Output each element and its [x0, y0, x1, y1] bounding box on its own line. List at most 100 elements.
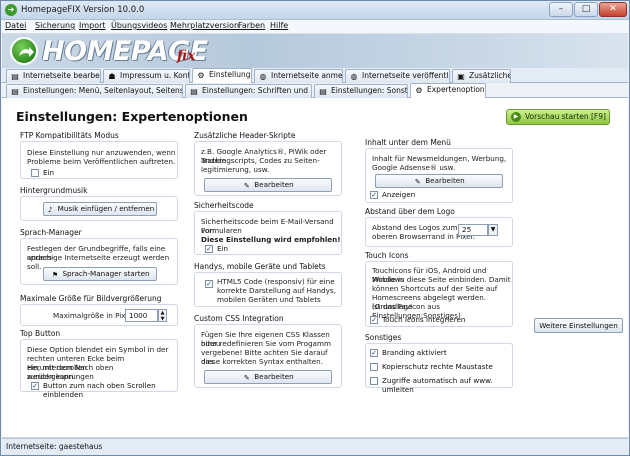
tab-expertenoptionen[interactable]: ⚙Expertenoptionen — [410, 83, 486, 98]
edit-icon: ✎ — [243, 374, 250, 382]
menu-hilfe[interactable]: Hilfe — [270, 21, 288, 30]
edit-icon: ✎ — [243, 182, 250, 190]
menu-content-group: Inhalt unter dem Menü Inhalt für Newsmel… — [365, 138, 513, 203]
music-title: Hintergrundmusik — [20, 186, 91, 195]
maximize-button[interactable]: □ — [574, 2, 598, 17]
copy-protection-checkbox-label: Kopierschutz rechte Maustaste — [382, 362, 493, 371]
play-icon: ▶ — [511, 112, 521, 122]
menu-content-checkbox[interactable]: ✓ — [370, 191, 378, 199]
www-redirect-checkbox[interactable] — [370, 377, 378, 385]
menu-sicherung[interactable]: Sicherung — [35, 21, 75, 30]
menu-content-checkbox-label: Anzeigen — [382, 190, 416, 199]
page-title: Einstellungen: Expertenoptionen — [16, 109, 248, 124]
gear-icon: ⚙ — [197, 71, 205, 80]
menu-content-text-1: Inhalt für Newsmeldungen, Werbung, — [372, 154, 507, 163]
menu-import[interactable]: Import — [79, 21, 106, 30]
app-window: ➜ HomepageFIX Version 10.0.0 – □ ✕ Datei… — [0, 0, 630, 456]
copy-protection-checkbox[interactable] — [370, 363, 378, 371]
header-scripts-title: Zusätzliche Header-Skripte — [194, 131, 299, 140]
ftp-group: FTP Kompatibilitäts Modus Diese Einstell… — [20, 131, 178, 179]
logo-sub: fix — [177, 48, 196, 64]
ftp-title: FTP Kompatibilitäts Modus — [20, 131, 122, 140]
mobile-text-3: mobilen Geräten und Tablets — [217, 295, 321, 304]
chevron-down-icon[interactable]: ▼ — [488, 224, 498, 236]
tab-schriften-farben[interactable]: ▤Einstellungen: Schriften und Farben — [185, 84, 312, 98]
menu-content-text-2: Google Adsense® usw. — [372, 163, 456, 172]
top-button-text-1: Diese Option blendet ein Symbol in der — [27, 345, 169, 354]
preview-button[interactable]: ▶ Vorschau starten [F9] — [506, 109, 610, 125]
security-text-2: Formularen — [201, 226, 242, 235]
music-group: Hintergrundmusik ♪ Musik einfügen / entfe… — [20, 186, 178, 221]
tab-internetseite-anmelden[interactable]: ◍Internetseite anmelden — [254, 69, 343, 83]
branding-checkbox-label: Branding aktiviert — [382, 348, 447, 357]
more-settings-button[interactable]: Weitere Einstellungen — [534, 318, 623, 333]
extras-icon: ▣ — [457, 72, 465, 81]
image-size-spinner[interactable]: ▲ ▼ — [158, 309, 167, 322]
menu-mehrplatzversion[interactable]: Mehrplatzversion — [170, 21, 239, 30]
www-redirect-checkbox-label: Zugriffe automatisch auf www. umleiten — [382, 376, 493, 394]
security-title: Sicherheitscode — [194, 201, 257, 210]
logo-spacing-title: Abstand über dem Logo — [365, 207, 458, 216]
music-button[interactable]: ♪ Musik einfügen / entfernen — [43, 202, 157, 216]
touch-icons-text-3: können Shortcuts auf der Seite auf — [372, 284, 498, 293]
security-recommendation: Diese Einstellung wird empfohlen! — [201, 235, 341, 244]
image-size-group: Maximale Größe für Bildvergrößerung Maxi… — [20, 294, 178, 326]
mobile-text-1: HTML5 Code (responsiv) für eine — [217, 277, 335, 286]
globe-icon: ◍ — [259, 72, 267, 81]
logo-spacing-text-1: Abstand des Logos zum — [372, 223, 458, 232]
mobile-checkbox[interactable]: ✓ — [205, 280, 213, 288]
menu-farben[interactable]: Farben — [238, 21, 265, 30]
gear-icon: ⚙ — [415, 86, 423, 95]
ftp-text-2: Probleme beim Veröffentlichen auftreten. — [27, 157, 176, 166]
touch-icons-checkbox[interactable]: ✓ — [370, 316, 378, 324]
language-group: Sprach-Manager Festlegen der Grundbegrif… — [20, 228, 178, 285]
touch-icons-group: Touch Icons Touchicons für iOS, Android … — [365, 251, 513, 327]
mobile-text-2: korrekte Darstellung auf Handys, — [217, 286, 336, 295]
touch-icons-checkbox-label: Touch Icons integrieren — [382, 315, 466, 324]
logo-arrow-icon — [10, 37, 38, 65]
title-bar: ➜ HomepageFIX Version 10.0.0 – □ ✕ — [1, 1, 629, 20]
branding-checkbox[interactable]: ✓ — [370, 349, 378, 357]
custom-css-edit-button[interactable]: ✎ Bearbeiten — [204, 370, 332, 384]
minimize-button[interactable]: – — [549, 2, 573, 17]
tab-internetseite-veroeffentlichen[interactable]: ◍Internetseite veröffentlichen — [345, 69, 450, 83]
globe-icon: ◍ — [350, 72, 358, 81]
close-button[interactable]: ✕ — [599, 2, 627, 17]
header-scripts-edit-button[interactable]: ✎ Bearbeiten — [204, 178, 332, 192]
language-title: Sprach-Manager — [20, 228, 85, 237]
image-size-title: Maximale Größe für Bildvergrößerung — [20, 294, 165, 303]
tab-zusaetzliches[interactable]: ▣Zusätzliches — [452, 69, 511, 83]
custom-css-group: Custom CSS Integration Fügen Sie Ihre ei… — [194, 314, 342, 388]
tab-menue-layout[interactable]: ▤ Einstellungen: Menü, Seitenlayout, Seit… — [6, 84, 183, 98]
security-checkbox[interactable]: ✓ — [205, 245, 213, 253]
status-bar: Internetseite: gaestehaus — [2, 438, 628, 455]
edit-icon: ✎ — [414, 178, 421, 186]
ftp-checkbox-label: Ein — [43, 168, 55, 177]
header-scripts-group: Zusätzliche Header-Skripte z.B. Google A… — [194, 131, 342, 196]
mobile-group: Handys, mobile Geräte und Tablets ✓ HTML… — [194, 262, 342, 307]
custom-css-text-2: oder redefinieren Sie vom Progamm — [201, 339, 331, 348]
image-size-label: Maximalgröße in Pixel — [53, 311, 132, 320]
tab-internetseite-bearbeiten[interactable]: ▤Internetseite bearbeiten — [6, 69, 101, 83]
edit-icon: ▤ — [11, 72, 19, 81]
menu-content-edit-button[interactable]: ✎ Bearbeiten — [375, 174, 503, 188]
security-group: Sicherheitscode Sicherheitscode beim E-M… — [194, 201, 342, 255]
banner: HOMEPAGE fix — [2, 34, 628, 68]
image-size-input[interactable]: 1000 — [125, 309, 158, 322]
window-title: HomepageFIX Version 10.0.0 — [21, 5, 145, 15]
logo-spacing-select[interactable]: 25 — [458, 224, 488, 236]
top-button-group: Top Button Diese Option blendet ein Symb… — [20, 329, 178, 399]
menu-datei[interactable]: Datei — [5, 21, 26, 30]
settings-tabs: ▤ Einstellungen: Menü, Seitenlayout, Seit… — [2, 83, 628, 98]
app-icon: ➜ — [5, 4, 17, 16]
menu-uebungsvideos[interactable]: Übungsvideos — [111, 21, 167, 30]
language-manager-button[interactable]: ⚑ Sprach-Manager starten — [43, 267, 157, 281]
touch-icons-text-2: Mobile in diese Seite einbinden. Damit — [372, 275, 511, 284]
tab-sonstiges[interactable]: ▤Einstellungen: Sonstiges — [314, 84, 408, 98]
tab-einstellungen[interactable]: ⚙Einstellungen — [192, 68, 252, 83]
top-button-checkbox-label: Button zum nach oben Scrollen einblenden — [43, 381, 156, 399]
top-button-checkbox[interactable]: ✓ — [31, 382, 39, 390]
tab-impressum[interactable]: ☗Impressum u. Kontakt — [103, 69, 190, 83]
ftp-checkbox[interactable] — [31, 169, 39, 177]
top-button-text-4: werden kann. — [27, 372, 76, 381]
